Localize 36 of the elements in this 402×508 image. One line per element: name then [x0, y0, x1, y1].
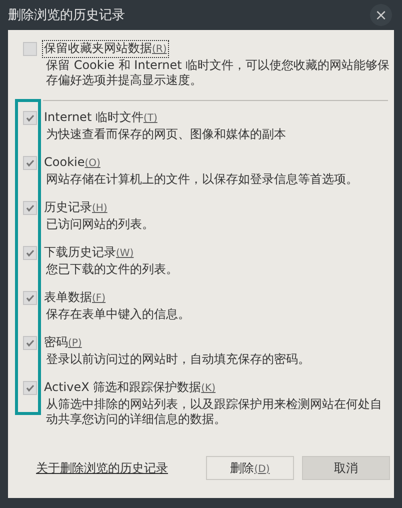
- checkbox[interactable]: [23, 111, 37, 125]
- option-label: 密码(P): [43, 334, 83, 351]
- checkmark-icon: [25, 203, 35, 213]
- option-description: 为快速查看而保存的网页、图像和媒体的副本: [45, 127, 286, 142]
- checkmark-icon: [25, 338, 35, 348]
- dialog-button[interactable]: 取消: [302, 456, 390, 480]
- option-label: Cookie(O): [43, 154, 102, 171]
- option-description: 已访问网站的列表。: [45, 217, 154, 232]
- option-label: 下载历史记录(W): [43, 244, 135, 261]
- checkmark-icon: [25, 293, 35, 303]
- checkmark-icon: [25, 113, 35, 123]
- checkbox[interactable]: [23, 201, 37, 215]
- option-description: 登录以前访问过的网站时，自动填充保存的密码。: [45, 352, 310, 367]
- option-description: 保存在表单中键入的信息。: [45, 307, 190, 322]
- checkbox[interactable]: [23, 336, 37, 350]
- checkmark-icon: [25, 158, 35, 168]
- checkmark-icon: [25, 383, 35, 393]
- checkmark-icon: [25, 248, 35, 258]
- close-button[interactable]: ×: [370, 4, 392, 26]
- checkbox[interactable]: [23, 246, 37, 260]
- option-label: Internet 临时文件(T): [43, 109, 158, 126]
- checkbox[interactable]: [23, 381, 37, 395]
- dialog-button[interactable]: 删除(D): [206, 456, 294, 480]
- window-title: 删除浏览的历史记录: [8, 7, 125, 24]
- option-description: 网站存储在计算机上的文件，以保存如登录信息等首选项。: [45, 172, 358, 187]
- option-label: 历史记录(H): [43, 199, 108, 216]
- checkbox[interactable]: [23, 291, 37, 305]
- option-label: ActiveX 筛选和跟踪保护数据(K): [43, 379, 217, 396]
- option-description: 保留 Cookie 和 Internet 临时文件，可以使您收藏的网站能够保存偏好选项并提高显示速度。: [45, 58, 390, 88]
- checkbox[interactable]: [23, 156, 37, 170]
- option-label: 表单数据(F): [43, 289, 107, 306]
- help-link[interactable]: 关于删除浏览的历史记录: [36, 460, 168, 476]
- option-description: 您已下载的文件的列表。: [45, 262, 178, 277]
- option-label: 保留收藏夹网站数据(R): [42, 40, 169, 58]
- option-description: 从筛选中排除的网站列表，以及跟踪保护用来检测网站在何处自动共享您访问的详细信息的数据。: [45, 397, 383, 427]
- checkbox[interactable]: [23, 42, 37, 56]
